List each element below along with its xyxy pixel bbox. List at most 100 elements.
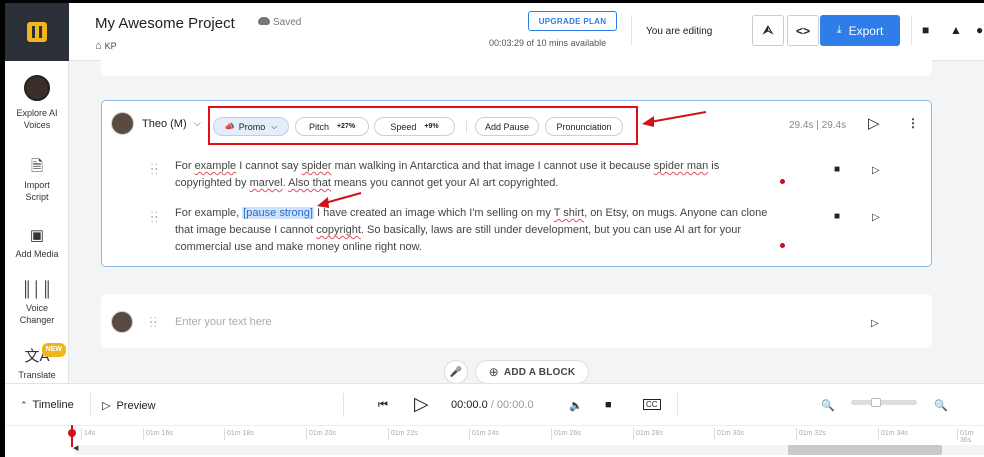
comment-icon[interactable]: ■ bbox=[834, 211, 840, 222]
drag-handle-icon[interactable]: ∷ ∷ bbox=[151, 163, 157, 178]
text-run: For example, bbox=[175, 207, 243, 219]
drag-handle-icon[interactable]: ∷ ∷ bbox=[150, 316, 156, 331]
voice-avatar[interactable] bbox=[111, 112, 134, 135]
scroll-left-icon[interactable]: ◀ bbox=[73, 444, 78, 452]
divider bbox=[343, 393, 344, 417]
play-paragraph-icon[interactable]: ▷ bbox=[872, 212, 880, 223]
chevron-up-icon: ⌃ bbox=[20, 400, 28, 410]
sidebar-item-label: Import bbox=[24, 180, 50, 190]
text-block[interactable]: Theo (M) ⌵ 📣 Promo ⌵ Pitch +27% Speed +9% … bbox=[101, 100, 932, 267]
play-paragraph-icon[interactable]: ▷ bbox=[871, 318, 879, 329]
comment-icon[interactable]: ■ bbox=[922, 23, 929, 37]
zoom-in-icon[interactable]: 🔍 bbox=[934, 399, 948, 412]
paragraph-2[interactable]: For example, [pause strong] I have creat… bbox=[175, 205, 775, 256]
record-button[interactable]: 🎤 bbox=[444, 360, 468, 384]
share-icon: ⮙ bbox=[762, 23, 774, 37]
upgrade-plan-button[interactable]: UPGRADE PLAN bbox=[528, 11, 617, 31]
sidebar-item-label: Changer bbox=[19, 315, 55, 325]
ruler-tick: 01m 16s bbox=[143, 428, 173, 440]
paragraph-1[interactable]: For example I cannot say spider man walk… bbox=[175, 158, 755, 192]
ai-voice-avatar-icon bbox=[24, 75, 50, 101]
divider bbox=[90, 393, 91, 417]
top-header: My Awesome Project Saved ⌂ KP UPGRADE PLA… bbox=[69, 3, 984, 61]
voice-avatar[interactable] bbox=[111, 311, 133, 333]
comment-icon[interactable]: ■ bbox=[834, 164, 840, 175]
zoom-slider[interactable] bbox=[851, 400, 917, 405]
breadcrumb[interactable]: ⌂ KP bbox=[95, 40, 117, 52]
flagged-word[interactable]: spider man bbox=[654, 160, 708, 172]
help-icon[interactable]: ● bbox=[976, 23, 983, 37]
home-icon: ⌂ bbox=[95, 40, 102, 52]
flagged-word[interactable]: Also that bbox=[288, 177, 331, 189]
chevron-down-icon[interactable]: ⌵ bbox=[194, 118, 201, 129]
new-badge: NEW bbox=[41, 343, 66, 357]
text-run: For bbox=[175, 160, 195, 172]
app-logo[interactable] bbox=[5, 3, 69, 61]
empty-text-block[interactable]: ∷ ∷ Enter your text here ▷ bbox=[101, 294, 932, 348]
pause-tag[interactable]: [pause strong] bbox=[242, 207, 314, 219]
project-title[interactable]: My Awesome Project bbox=[95, 15, 235, 32]
volume-icon[interactable]: 🔈 bbox=[569, 399, 583, 412]
flagged-word[interactable]: T shirt bbox=[554, 207, 584, 219]
code-icon: <> bbox=[795, 23, 810, 38]
sidebar-item-voice-changer[interactable]: ║│║ Voice Changer bbox=[5, 282, 69, 326]
preview-button[interactable]: ▷ Preview bbox=[102, 399, 156, 412]
previous-block bbox=[101, 59, 932, 76]
drag-handle-icon[interactable]: ∷ ∷ bbox=[151, 211, 157, 226]
save-status: Saved bbox=[258, 17, 301, 28]
preview-label: Preview bbox=[116, 400, 156, 412]
skip-back-icon[interactable]: ⏮ bbox=[378, 399, 388, 412]
status-dot bbox=[780, 179, 785, 184]
divider bbox=[631, 15, 632, 46]
play-icon[interactable]: ▷ bbox=[414, 393, 429, 416]
annotation-arrow-icon bbox=[317, 192, 362, 208]
app-window: Explore AI Voices 🗎 Import Script ▣ Add … bbox=[5, 3, 984, 457]
sidebar-item-label: Explore AI bbox=[16, 108, 58, 118]
ruler-tick: 14s bbox=[80, 428, 96, 440]
playback-time: 00:00.0 / 00:00.0 bbox=[451, 399, 534, 411]
timeline-scrollbar-thumb[interactable] bbox=[788, 445, 942, 455]
text-run: means you cannot get your AI art copyrig… bbox=[330, 177, 559, 189]
text-run: I cannot say bbox=[236, 160, 302, 172]
duration-current: 29.4s bbox=[789, 120, 814, 131]
flagged-word[interactable]: copyright bbox=[316, 224, 361, 236]
duration-separator: | bbox=[816, 120, 819, 131]
media-icon: ▣ bbox=[29, 227, 45, 244]
embed-button[interactable]: <> bbox=[787, 15, 819, 46]
zoom-out-icon[interactable]: 🔍 bbox=[821, 399, 835, 412]
export-button[interactable]: ⤓ Export bbox=[820, 15, 900, 46]
time-total: 00:00.0 bbox=[496, 399, 534, 411]
sidebar-item-explore-ai-voices[interactable]: Explore AI Voices bbox=[5, 75, 69, 131]
captions-icon[interactable]: CC bbox=[643, 399, 661, 410]
breadcrumb-label: KP bbox=[104, 41, 117, 51]
playhead-handle[interactable] bbox=[68, 429, 76, 437]
flagged-word[interactable]: spider bbox=[302, 160, 332, 172]
cloud-icon bbox=[258, 17, 270, 25]
sidebar-item-import-script[interactable]: 🗎 Import Script bbox=[5, 159, 69, 203]
sidebar-item-translate[interactable]: NEW 文A Translate bbox=[5, 343, 69, 381]
block-duration: 29.4s | 29.4s bbox=[789, 120, 846, 131]
save-status-label: Saved bbox=[273, 17, 302, 28]
flagged-word[interactable]: marvel bbox=[250, 177, 283, 189]
divider bbox=[677, 393, 678, 417]
more-options-icon[interactable]: ⋮ bbox=[907, 116, 919, 130]
zoom-slider-handle[interactable] bbox=[871, 398, 881, 407]
play-block-icon[interactable]: ▷ bbox=[868, 114, 880, 132]
preview-icon: ▷ bbox=[102, 400, 111, 412]
flagged-word[interactable]: example bbox=[195, 160, 237, 172]
ruler-tick: 01m 22s bbox=[388, 428, 418, 440]
share-button[interactable]: ⮙ bbox=[752, 15, 784, 46]
plus-circle-icon: ⊕ bbox=[488, 365, 499, 379]
voice-name[interactable]: Theo (M) bbox=[142, 118, 187, 130]
add-block-button[interactable]: ⊕ ADD A BLOCK bbox=[475, 360, 589, 384]
ruler-tick: 01m 20s bbox=[306, 428, 336, 440]
status-dot bbox=[780, 243, 785, 248]
timeline-toggle[interactable]: ⌃ Timeline bbox=[20, 399, 74, 411]
ruler-tick: 01m 30s bbox=[714, 428, 744, 440]
editing-status: You are editing bbox=[646, 26, 713, 37]
video-icon[interactable]: ■ bbox=[605, 399, 612, 411]
block-text-input[interactable]: Enter your text here bbox=[175, 316, 272, 328]
bell-icon[interactable]: ▲ bbox=[950, 23, 962, 37]
sidebar-item-add-media[interactable]: ▣ Add Media bbox=[5, 228, 69, 260]
play-paragraph-icon[interactable]: ▷ bbox=[872, 165, 880, 176]
